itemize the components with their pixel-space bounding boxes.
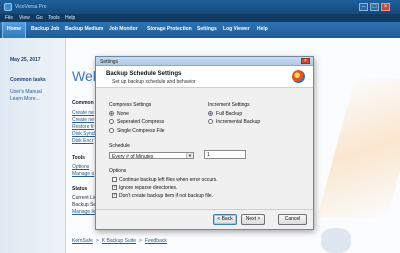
window-title: ViceVersa Pro — [15, 4, 47, 10]
dialog-title: Settings — [100, 59, 119, 65]
tab-storage-protection[interactable]: Storage Protection — [143, 22, 196, 38]
status-current-license: Current Lic — [72, 195, 97, 201]
sidebar-link-users-manual[interactable]: User's Manual — [10, 89, 42, 95]
close-icon[interactable]: × — [381, 3, 390, 11]
menu-go[interactable]: Go — [36, 15, 43, 21]
tab-help[interactable]: Help — [253, 22, 272, 38]
checkbox-continue-on-error-label: Continue backup left files when error oc… — [119, 177, 218, 183]
checkbox-ignore-reparse-label: Ignore reparse directories. — [119, 185, 178, 191]
schedule-select[interactable]: Every # of Minutes ▼ — [109, 152, 194, 160]
link-manage-license[interactable]: Manage lic — [72, 209, 96, 215]
radio-compress-single[interactable] — [109, 128, 114, 133]
radio-compress-none[interactable] — [109, 111, 114, 116]
dialog-header: Backup Schedule Settings Set up backup s… — [96, 66, 313, 88]
common-tasks-heading: Common t — [72, 100, 97, 106]
link-create-new-1[interactable]: Create ne — [72, 110, 94, 116]
radio-incremental-backup[interactable] — [208, 119, 213, 124]
link-create-new-2[interactable]: Create ne — [72, 117, 94, 123]
minimize-icon[interactable]: – — [359, 3, 368, 11]
background-decoration — [321, 228, 351, 253]
nav-bar: Home Backup Job Backup Medium Job Monito… — [0, 22, 400, 38]
sidebar-common-tasks-heading: Common tasks — [10, 77, 46, 83]
menu-file[interactable]: File — [5, 15, 13, 21]
tab-backup-job[interactable]: Backup Job — [27, 22, 63, 38]
radio-compress-seperated-label: Seperated Compress — [117, 119, 165, 125]
footer-link-feedback[interactable]: Feedback — [145, 238, 167, 244]
radio-compress-single-label: Single Compress File — [117, 128, 165, 134]
breadcrumb-separator: > — [95, 238, 99, 244]
link-manage-users[interactable]: Manage u — [72, 171, 94, 177]
radio-incremental-backup-label: Incremental Backup — [216, 119, 261, 125]
breadcrumb-separator: > — [138, 238, 142, 244]
schedule-select-value: Every # of Minutes — [112, 154, 154, 160]
compress-settings-label: Compress Settings — [109, 102, 152, 108]
footer-link-backup-suite[interactable]: K Backup Suite — [102, 238, 136, 244]
schedule-number-input[interactable]: 1 — [204, 150, 246, 159]
settings-dialog: Settings × Backup Schedule Settings Set … — [95, 56, 314, 230]
back-button[interactable]: < Back — [213, 214, 237, 225]
link-disk-sync[interactable]: Disk Synch — [72, 131, 97, 137]
background-decoration — [317, 78, 400, 218]
tab-job-monitor[interactable]: Job Monitor — [105, 22, 142, 38]
options-label: Options — [109, 168, 127, 174]
product-logo-icon — [292, 70, 305, 83]
status-backup-server: Backup Ser — [72, 202, 98, 208]
cancel-button[interactable]: Cancel — [278, 214, 307, 225]
tab-settings[interactable]: Settings — [193, 22, 221, 38]
schedule-label: Schedule — [109, 143, 130, 149]
radio-full-backup-label: Full Backup — [216, 111, 243, 117]
window-titlebar: ViceVersa Pro – □ × — [0, 0, 400, 14]
link-disk-encrypt[interactable]: Disk Encr — [72, 138, 93, 144]
menu-view[interactable]: View — [19, 15, 30, 21]
tab-home[interactable]: Home — [2, 22, 26, 38]
sidebar-date: May 25, 2017 — [10, 57, 41, 63]
next-button[interactable]: Next > — [241, 214, 265, 225]
dialog-subheading: Set up backup schedule and behavior — [112, 79, 196, 85]
dialog-heading: Backup Schedule Settings — [106, 71, 182, 77]
tab-backup-medium[interactable]: Backup Medium — [61, 22, 107, 38]
checkbox-ignore-reparse[interactable]: ✓ — [112, 185, 117, 190]
radio-compress-none-label: None — [117, 111, 129, 117]
increment-settings-label: Increment Settings — [208, 102, 250, 108]
schedule-number-value: 1 — [207, 152, 210, 158]
checkbox-no-empty-item-label: Don't create backup item if not backup f… — [119, 193, 214, 199]
footer-link-kernsafe[interactable]: KernSafe — [72, 238, 93, 244]
menu-tools[interactable]: Tools — [48, 15, 60, 21]
dialog-close-icon[interactable]: × — [301, 58, 310, 64]
tools-heading: Tools — [72, 155, 85, 161]
footer-breadcrumb: KernSafe > K Backup Suite > Feedback — [72, 238, 167, 244]
radio-full-backup[interactable] — [208, 111, 213, 116]
menu-bar: File View Go Tools Help — [0, 14, 400, 22]
dialog-titlebar: Settings × — [96, 57, 313, 66]
radio-compress-seperated[interactable] — [109, 119, 114, 124]
app-logo-icon — [4, 3, 12, 11]
checkbox-continue-on-error[interactable] — [112, 177, 117, 182]
status-heading: Status — [72, 186, 88, 192]
sidebar-link-learn-more[interactable]: Learn More... — [10, 96, 40, 102]
link-restore[interactable]: Restore fr — [72, 124, 94, 130]
link-options[interactable]: Options — [72, 164, 89, 170]
menu-help[interactable]: Help — [65, 15, 75, 21]
maximize-icon[interactable]: □ — [370, 3, 379, 11]
sidebar: May 25, 2017 Common tasks User's Manual … — [0, 38, 66, 253]
checkbox-no-empty-item[interactable]: ✓ — [112, 193, 117, 198]
tab-log-viewer[interactable]: Log Viewer — [219, 22, 254, 38]
dialog-divider — [96, 209, 313, 210]
main-window: ViceVersa Pro – □ × File View Go Tools H… — [0, 0, 400, 253]
chevron-down-icon[interactable]: ▼ — [186, 153, 193, 158]
